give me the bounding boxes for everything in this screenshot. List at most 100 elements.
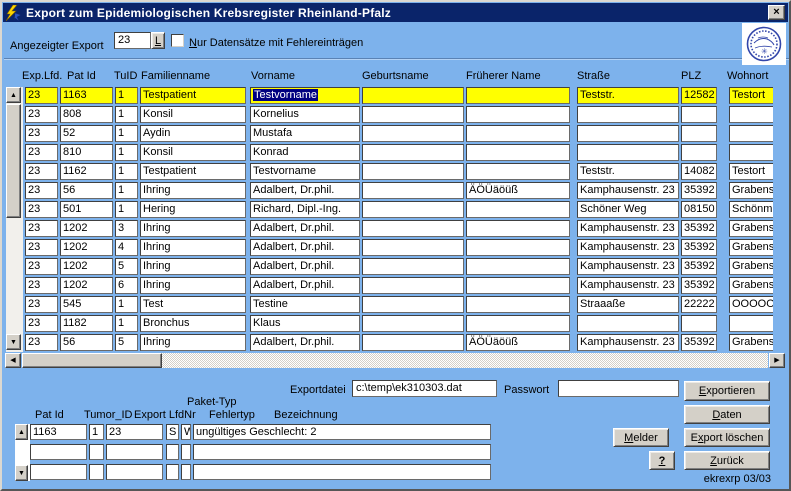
table-row[interactable]: 2311631TestpatientTestvornameTeststr.125… xyxy=(24,87,773,106)
error-table-cell[interactable] xyxy=(30,444,87,460)
table-row[interactable]: 235011HeringRichard, Dipl.-Ing.Schöner W… xyxy=(24,201,773,220)
scroll-right-icon[interactable]: ▶ xyxy=(769,353,785,368)
table-cell[interactable]: Schöner Weg xyxy=(577,201,679,218)
error-table-cell[interactable]: 23 xyxy=(106,424,163,440)
table-cell[interactable] xyxy=(362,258,464,275)
table-cell[interactable]: 35392 xyxy=(681,220,717,237)
table-cell[interactable]: Konsil xyxy=(140,106,246,123)
table-cell[interactable]: Grabenst xyxy=(729,239,773,256)
error-table-cell[interactable]: 1163 xyxy=(30,424,87,440)
table-cell[interactable]: 810 xyxy=(60,144,113,161)
table-row[interactable]: 23561IhringAdalbert, Dr.phil.ÄÖÜäöüßKamp… xyxy=(24,182,773,201)
error-table-cell[interactable] xyxy=(106,464,163,480)
table-cell[interactable] xyxy=(466,277,570,294)
table-cell[interactable]: 35392 xyxy=(681,277,717,294)
table-cell[interactable]: 23 xyxy=(25,201,58,218)
table-cell[interactable]: 1 xyxy=(115,87,138,104)
table-cell[interactable]: Ihring xyxy=(140,182,246,199)
table-cell[interactable]: Testine xyxy=(250,296,360,313)
table-cell[interactable]: Testpatient xyxy=(140,163,246,180)
table-cell[interactable] xyxy=(362,220,464,237)
table-cell[interactable]: Mustafa xyxy=(250,125,360,142)
error-table-cell[interactable] xyxy=(193,444,491,460)
table-cell[interactable] xyxy=(466,125,570,142)
table-cell[interactable]: 1202 xyxy=(60,258,113,275)
table-row[interactable]: 2312023IhringAdalbert, Dr.phil.Kamphause… xyxy=(24,220,773,239)
table-cell[interactable]: 14082 xyxy=(681,163,717,180)
table-row[interactable]: 2311821BronchusKlaus xyxy=(24,315,773,334)
table-cell[interactable]: Adalbert, Dr.phil. xyxy=(250,182,360,199)
table-cell[interactable]: 23 xyxy=(25,125,58,142)
table-cell[interactable]: Testort xyxy=(729,163,773,180)
table-cell[interactable]: Kamphausenstr. 23 xyxy=(577,277,679,294)
table-row[interactable]: 23565IhringAdalbert, Dr.phil.ÄÖÜäöüßKamp… xyxy=(24,334,773,353)
table-cell[interactable]: 23 xyxy=(25,144,58,161)
table-cell[interactable]: 23 xyxy=(25,334,58,351)
table-cell[interactable]: Ihring xyxy=(140,277,246,294)
error-table-cell[interactable]: 1 xyxy=(89,424,104,440)
table-cell[interactable]: 1202 xyxy=(60,277,113,294)
table-cell[interactable]: 52 xyxy=(60,125,113,142)
table-cell[interactable]: ÄÖÜäöüß xyxy=(466,182,570,199)
table-cell[interactable] xyxy=(466,315,570,332)
table-row[interactable]: 2312025IhringAdalbert, Dr.phil.Kamphause… xyxy=(24,258,773,277)
table-cell[interactable]: 1 xyxy=(115,201,138,218)
table-cell[interactable]: Klaus xyxy=(250,315,360,332)
table-cell[interactable]: Ihring xyxy=(140,220,246,237)
export-number-input[interactable]: 23 xyxy=(114,32,151,49)
table-vertical-scrollbar[interactable]: ▲ ▼ xyxy=(6,87,23,352)
table-cell[interactable]: Ihring xyxy=(140,334,246,351)
table-cell[interactable]: Bronchus xyxy=(140,315,246,332)
table-cell[interactable] xyxy=(362,163,464,180)
table-cell[interactable]: 23 xyxy=(25,182,58,199)
table-cell[interactable]: 08150 xyxy=(681,201,717,218)
table-row[interactable]: 23521AydinMustafa xyxy=(24,125,773,144)
zurueck-button[interactable]: Zurück xyxy=(684,451,770,470)
error-table-cell[interactable] xyxy=(181,464,191,480)
table-cell[interactable]: Adalbert, Dr.phil. xyxy=(250,277,360,294)
table-cell[interactable]: Grabenst xyxy=(729,334,773,351)
table-cell[interactable]: Grabenst xyxy=(729,220,773,237)
table-cell[interactable]: 1202 xyxy=(60,239,113,256)
table-cell[interactable]: 4 xyxy=(115,239,138,256)
table-cell[interactable]: Hering xyxy=(140,201,246,218)
table-row[interactable]: 2312024IhringAdalbert, Dr.phil.Kamphause… xyxy=(24,239,773,258)
scroll-left-icon[interactable]: ◀ xyxy=(5,353,21,368)
table-cell[interactable]: Kamphausenstr. 23 xyxy=(577,182,679,199)
table-cell[interactable]: Kamphausenstr. 23 xyxy=(577,220,679,237)
table-cell[interactable]: Teststr. xyxy=(577,87,679,104)
table-cell[interactable]: Straaaße xyxy=(577,296,679,313)
scroll-down-icon[interactable]: ▼ xyxy=(6,334,21,350)
table-cell[interactable]: Kamphausenstr. 23 xyxy=(577,258,679,275)
table-cell[interactable]: 1 xyxy=(115,144,138,161)
table-cell[interactable]: 1 xyxy=(115,106,138,123)
table-cell[interactable] xyxy=(729,144,773,161)
error-table-row[interactable] xyxy=(30,444,495,464)
table-cell[interactable]: 3 xyxy=(115,220,138,237)
table-cell[interactable]: Testvorname xyxy=(250,163,360,180)
table-cell[interactable] xyxy=(362,87,464,104)
table-cell[interactable]: 5 xyxy=(115,258,138,275)
table-cell[interactable]: 23 xyxy=(25,277,58,294)
error-table-cell[interactable] xyxy=(166,444,179,460)
table-cell[interactable]: 12582 xyxy=(681,87,717,104)
table-cell[interactable]: Adalbert, Dr.phil. xyxy=(250,239,360,256)
scroll-up-icon[interactable]: ▲ xyxy=(6,87,21,103)
table-cell[interactable] xyxy=(466,163,570,180)
error-table-cell[interactable] xyxy=(89,444,104,460)
table-cell[interactable]: 35392 xyxy=(681,258,717,275)
table-cell[interactable] xyxy=(577,125,679,142)
error-scroll-down-icon[interactable]: ▼ xyxy=(15,465,28,481)
table-cell[interactable]: Adalbert, Dr.phil. xyxy=(250,220,360,237)
table-row[interactable]: 2311621TestpatientTestvornameTeststr.140… xyxy=(24,163,773,182)
table-row[interactable]: 235451TestTestineStraaaße22222OOOOOO xyxy=(24,296,773,315)
table-cell[interactable]: 23 xyxy=(25,239,58,256)
lov-button[interactable]: L xyxy=(151,32,165,49)
table-cell[interactable] xyxy=(729,125,773,142)
table-cell[interactable]: 22222 xyxy=(681,296,717,313)
table-cell[interactable]: 1162 xyxy=(60,163,113,180)
error-table-row[interactable] xyxy=(30,464,495,484)
error-table-cell[interactable] xyxy=(30,464,87,480)
table-cell[interactable] xyxy=(466,258,570,275)
table-cell[interactable]: 1163 xyxy=(60,87,113,104)
